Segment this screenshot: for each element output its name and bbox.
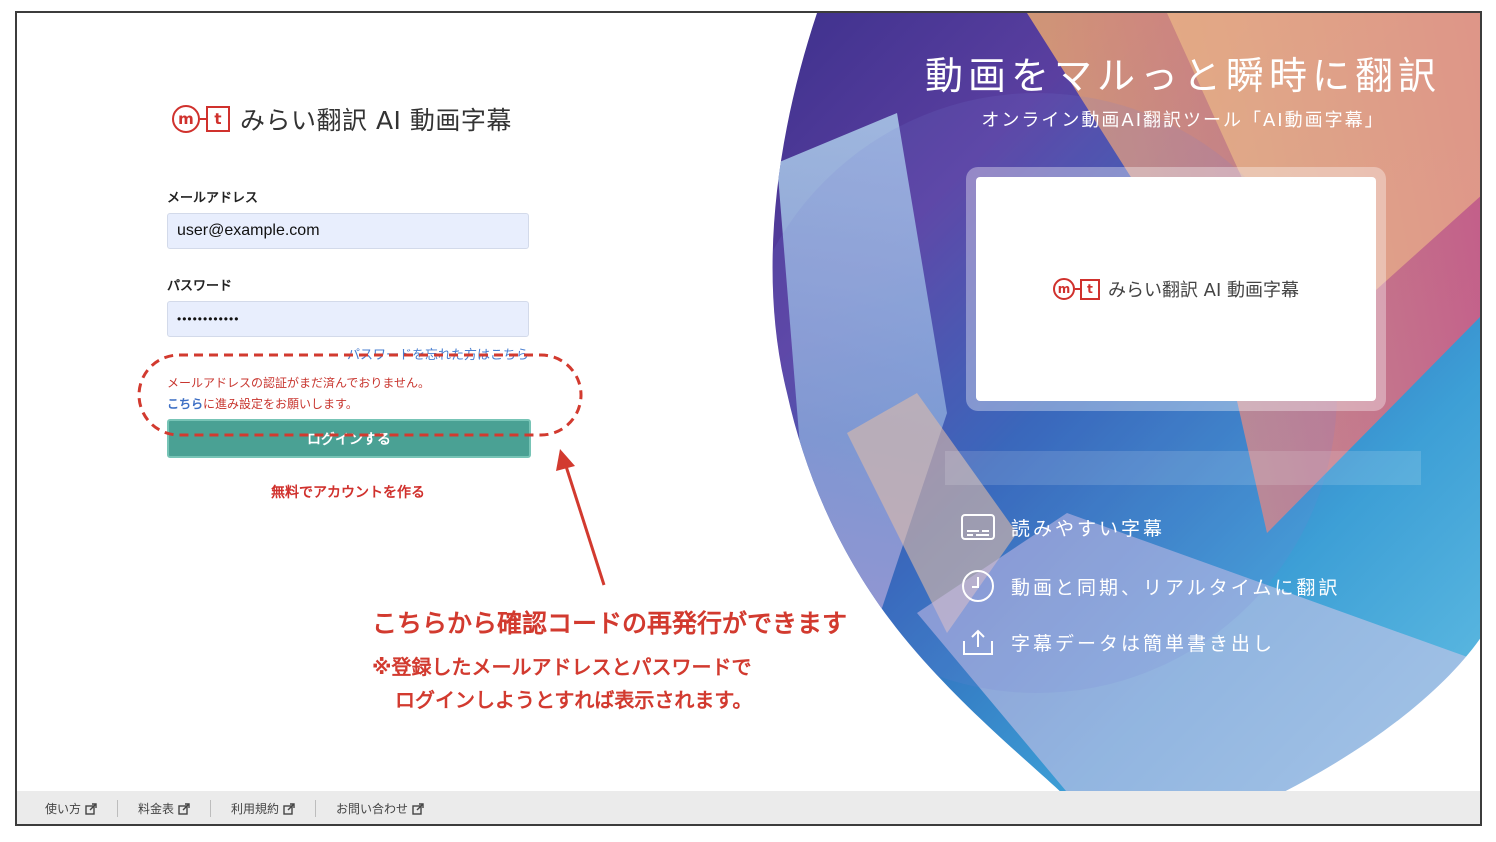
annotation-arrow-head [556,449,575,471]
logo-t: t [206,106,230,132]
annotation-line2: ※登録したメールアドレスとパスワードで [372,655,752,679]
external-link-icon [85,802,97,815]
footer-link-label: 料金表 [138,802,175,816]
subtitles-icon [961,514,995,540]
logo-m: m [1052,278,1075,300]
footer-link-label: お問い合わせ [336,802,409,816]
resend-code-link[interactable]: こちら [167,397,203,411]
footer-link-contact[interactable]: お問い合わせ [315,800,444,817]
annotation-line3: ログインしようとすれば表示されます。 [395,688,753,712]
email-field[interactable]: user@example.com [167,213,529,249]
external-link-icon [412,802,424,815]
feature-label: 動画と同期、リアルタイムに翻訳 [1011,576,1341,599]
external-link-icon [178,802,190,815]
password-label: パスワード [167,279,233,294]
footer: 使い方 料金表 利用規約 お問い合わせ [17,791,1480,824]
hero-subtitle: オンライン動画AI翻訳ツール「AI動画字幕」 [981,110,1385,131]
error-rest-text: に進み設定をお願いします。 [203,397,358,411]
hero-band [945,451,1421,485]
clock-icon [962,570,994,602]
footer-link-terms[interactable]: 利用規約 [210,800,315,817]
footer-link-label: 使い方 [45,802,82,816]
preview-brand-name: みらい翻訳 AI 動画字幕 [1107,280,1300,301]
footer-link-pricing[interactable]: 料金表 [117,800,210,817]
verification-error-line1: メールアドレスの認証がまだ済んでおりません。 [167,376,431,390]
brand-logo: m t みらい翻訳 AI 動画字幕 [172,101,512,137]
upload-icon [963,629,993,655]
feature-sync-translate: 動画と同期、リアルタイムに翻訳 [961,569,1340,603]
login-page: 動画をマルっと瞬時に翻訳 オンライン動画AI翻訳ツール「AI動画字幕」 m t … [15,11,1482,826]
verification-error-line2: こちらに進み設定をお願いします。 [167,395,358,412]
feature-label: 字幕データは簡単書き出し [1011,632,1276,655]
external-link-icon [283,802,295,815]
annotation-line1: こちらから確認コードの再発行ができます [372,609,848,638]
forgot-password-link[interactable]: パスワードを忘れた方はこちら [317,344,529,363]
logo-m: m [172,105,200,133]
mt-logo-icon: m t [172,105,230,133]
hero-title: 動画をマルっと瞬時に翻訳 [924,54,1441,98]
preview-card: m t みらい翻訳 AI 動画字幕 [976,177,1376,401]
email-label: メールアドレス [167,191,259,206]
preview-frame: m t みらい翻訳 AI 動画字幕 [966,167,1386,411]
feature-label: 読みやすい字幕 [1011,517,1166,540]
logo-t: t [1079,278,1100,300]
feature-readable-subtitles: 読みやすい字幕 [961,513,1165,541]
signup-link[interactable]: 無料でアカウントを作る [167,482,529,502]
feature-export: 字幕データは簡単書き出し [961,627,1275,657]
footer-link-howto[interactable]: 使い方 [25,800,117,817]
mt-logo-icon: m t [1052,278,1100,300]
footer-link-label: 利用規約 [231,802,280,816]
brand-name: みらい翻訳 AI 動画字幕 [240,106,512,135]
login-button[interactable]: ログインする [167,419,531,458]
password-field[interactable]: •••••••••••• [167,301,529,337]
annotation-arrow-shaft [563,462,606,586]
